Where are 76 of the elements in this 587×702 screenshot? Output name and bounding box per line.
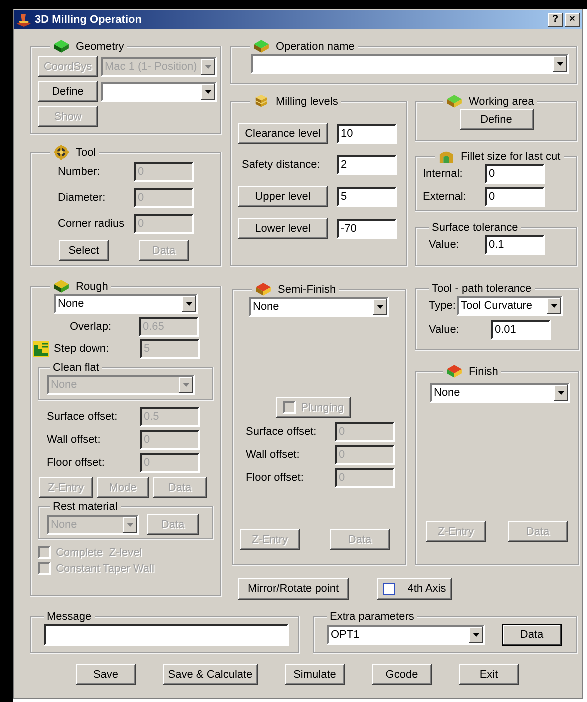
- group-title: Tool - path tolerance: [432, 282, 532, 296]
- group-title: Rough: [76, 280, 108, 294]
- group-title: Surface tolerance: [432, 221, 518, 235]
- group-title: Semi-Finish: [278, 282, 336, 296]
- arch-icon: [438, 149, 455, 164]
- group-title: Milling levels: [276, 94, 338, 108]
- group-title: Extra parameters: [330, 610, 414, 624]
- input-field[interactable]: 0.1: [485, 235, 545, 255]
- field-label: Floor offset:: [46, 457, 106, 469]
- field-label: Value:: [428, 239, 460, 251]
- field-label: Type:: [428, 300, 457, 312]
- field-label: Corner radius: [57, 218, 126, 230]
- box-icon: [446, 364, 463, 379]
- input-field[interactable]: 2: [337, 155, 397, 175]
- field-label: Surface offset:: [245, 426, 318, 438]
- stacked-boxes-icon: [253, 94, 270, 109]
- group-title: Fillet size for last cut: [461, 150, 561, 164]
- mirror-rotate-button[interactable]: Mirror/Rotate point: [238, 578, 349, 600]
- input-field[interactable]: 0: [485, 164, 545, 184]
- field-label: Wall offset:: [245, 449, 301, 461]
- dropdown[interactable]: Tool Curvature: [457, 296, 563, 316]
- steps-icon: [33, 341, 49, 357]
- input-field[interactable]: 0.01: [491, 320, 551, 340]
- dropdown[interactable]: [101, 82, 217, 102]
- help-button[interactable]: ?: [548, 12, 563, 26]
- dropdown[interactable]: [251, 54, 569, 74]
- group-title: Message: [47, 610, 92, 624]
- group-title: Finish: [469, 364, 498, 378]
- dropdown[interactable]: None: [54, 294, 198, 314]
- box-icon: [446, 94, 463, 109]
- field-label: Overlap:: [69, 321, 113, 333]
- box-icon: [53, 279, 70, 294]
- level-button[interactable]: Upper level: [238, 186, 328, 207]
- field-label: Wall offset:: [46, 434, 102, 446]
- dropdown[interactable]: OPT1: [327, 625, 485, 645]
- app-icon: [16, 12, 32, 28]
- tool-button[interactable]: Select: [59, 240, 109, 261]
- input-field[interactable]: 5: [337, 186, 397, 206]
- box-icon: [255, 282, 272, 297]
- box-icon: [53, 39, 70, 54]
- box-icon: [253, 39, 270, 54]
- field-label: Step down:: [53, 343, 110, 355]
- group-title: Tool: [76, 146, 96, 160]
- field-label: Internal:: [423, 168, 464, 180]
- level-button[interactable]: Clearance level: [238, 123, 328, 144]
- input-field[interactable]: 0: [485, 187, 545, 207]
- dialog-button[interactable]: Save & Calculate: [163, 664, 258, 685]
- window-title: 3D Milling Operation: [35, 14, 142, 26]
- define-button[interactable]: Define: [460, 109, 534, 130]
- message-field[interactable]: [44, 624, 289, 646]
- group-title: Geometry: [76, 40, 124, 54]
- field-label: Value:: [428, 324, 460, 336]
- dialog-button[interactable]: Simulate: [285, 664, 345, 685]
- field-label: Safety distance:: [241, 159, 322, 171]
- group-title: Clean flat: [53, 361, 100, 375]
- group-title: Operation name: [276, 40, 355, 54]
- dropdown[interactable]: None: [430, 383, 570, 403]
- data-button[interactable]: Data: [502, 624, 562, 646]
- group-title: Rest material: [53, 500, 118, 514]
- field-label: Number:: [57, 166, 102, 178]
- fourth-axis-toggle[interactable]: 4th Axis: [377, 578, 452, 600]
- field-label: External:: [423, 191, 468, 203]
- define-button[interactable]: Define: [38, 81, 98, 102]
- gear-icon: [53, 145, 70, 160]
- close-button[interactable]: ×: [565, 12, 580, 26]
- input-field[interactable]: 10: [337, 124, 397, 144]
- field-label: Surface offset:: [46, 411, 119, 423]
- dialog-button[interactable]: Exit: [459, 664, 519, 685]
- group-title: Working area: [469, 94, 534, 108]
- dialog-button[interactable]: Gcode: [372, 664, 432, 685]
- field-label: Diameter:: [57, 192, 107, 204]
- level-button[interactable]: Lower level: [238, 218, 328, 239]
- dialog-button[interactable]: Save: [76, 664, 136, 685]
- field-label: Floor offset:: [245, 472, 305, 484]
- input-field[interactable]: -70: [337, 218, 397, 238]
- dropdown[interactable]: None: [249, 297, 389, 317]
